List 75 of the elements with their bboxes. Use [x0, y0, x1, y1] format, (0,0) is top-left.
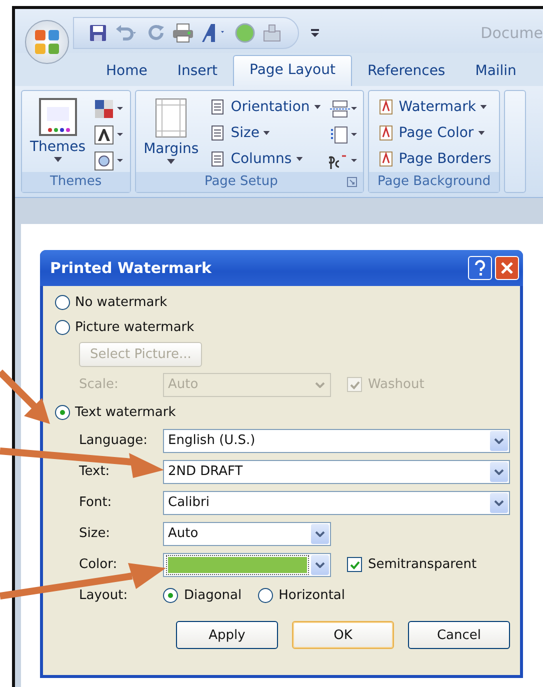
ribbon-tab[interactable]: Insert: [162, 56, 232, 86]
themes-icon: [38, 97, 78, 137]
ribbon-menu-button[interactable]: Watermark: [374, 95, 494, 119]
line-numbers-icon[interactable]: [328, 125, 357, 145]
radio-label[interactable]: Diagonal: [184, 588, 242, 603]
save-icon[interactable]: [88, 23, 108, 43]
dropdown-field[interactable]: Calibri: [163, 490, 510, 514]
themes-button[interactable]: Themes: [28, 95, 88, 164]
ribbon-tab[interactable]: Home: [91, 56, 162, 86]
page-icon: [376, 98, 395, 116]
radio-label[interactable]: Text watermark: [75, 405, 176, 420]
dialog-button[interactable]: Apply: [176, 621, 278, 649]
colors-icon[interactable]: [94, 99, 124, 119]
caret-icon: [54, 157, 62, 162]
radio-label[interactable]: Horizontal: [278, 588, 346, 603]
ribbon-tab[interactable]: Page Layout: [232, 55, 352, 86]
chevron-icon[interactable]: [490, 492, 508, 512]
office-button[interactable]: [25, 20, 69, 64]
ribbon-menu-button[interactable]: Page Color: [374, 121, 494, 145]
help-icon[interactable]: [468, 256, 492, 280]
dropdown-field[interactable]: English (U.S.): [163, 428, 510, 452]
margins-button[interactable]: Margins: [142, 95, 201, 166]
pointer-arrow: [0, 370, 50, 424]
chevron-icon[interactable]: [490, 430, 508, 450]
ribbon-menu-button[interactable]: Orientation: [206, 95, 323, 119]
group-label: Page Background: [368, 172, 500, 192]
ribbon-tab[interactable]: References: [352, 56, 460, 86]
radio-button[interactable]: [55, 295, 70, 310]
dropdown-field[interactable]: 2ND DRAFT: [163, 460, 510, 484]
window-title: Docume: [480, 24, 543, 42]
group-label: Themes: [22, 172, 130, 192]
margins-icon: [154, 97, 188, 139]
radio-button[interactable]: [55, 320, 70, 335]
caret-icon: [480, 105, 487, 109]
ribbon-tab[interactable]: Mailin: [460, 56, 532, 86]
field-label: Layout:: [79, 588, 128, 603]
ribbon-menu-button[interactable]: Page Borders: [374, 147, 494, 171]
caret-icon: [314, 105, 321, 109]
caret-icon: [478, 131, 485, 135]
radio-button[interactable]: [163, 588, 178, 603]
field-label: Language:: [79, 433, 148, 448]
dialog-title: Printed Watermark: [50, 259, 213, 277]
checkbox-label[interactable]: Semitransparent: [368, 557, 477, 572]
field-label: Size:: [79, 526, 110, 541]
chevron-icon[interactable]: [490, 462, 508, 482]
radio-button[interactable]: [258, 588, 273, 603]
radio-label[interactable]: No watermark: [75, 295, 168, 310]
effects-icon[interactable]: [94, 151, 124, 171]
breaks-icon[interactable]: [328, 99, 357, 119]
squares-icon: [35, 30, 59, 54]
printer-icon[interactable]: [172, 23, 194, 43]
field-label: Font:: [79, 495, 112, 510]
field-label: Color:: [79, 557, 118, 572]
field-label: Scale:: [79, 377, 118, 392]
ribbon-menu-button[interactable]: Columns: [206, 147, 323, 171]
chevron-icon[interactable]: [311, 554, 329, 574]
checkbox[interactable]: [347, 557, 362, 572]
page-icon: [376, 124, 395, 142]
customize-icon[interactable]: [311, 28, 319, 38]
caret-icon: [296, 157, 303, 161]
fonts-icon[interactable]: [94, 125, 124, 145]
color-dropdown[interactable]: [163, 552, 331, 576]
field-label: Text:: [79, 464, 110, 479]
dialog-button[interactable]: Cancel: [408, 621, 510, 649]
close-icon[interactable]: [495, 256, 519, 280]
dialog-button[interactable]: OK: [292, 621, 394, 649]
radio-label[interactable]: Picture watermark: [75, 320, 194, 335]
caret-icon: [263, 131, 270, 135]
dropdown-field[interactable]: Auto: [163, 522, 331, 546]
dialog-launcher-icon[interactable]: [346, 177, 357, 187]
chevron-icon[interactable]: [311, 524, 329, 544]
ribbon-menu-button[interactable]: Size: [206, 121, 323, 145]
caret-icon: [167, 159, 176, 164]
radio-button[interactable]: [55, 405, 70, 420]
page-icon: [376, 150, 395, 168]
